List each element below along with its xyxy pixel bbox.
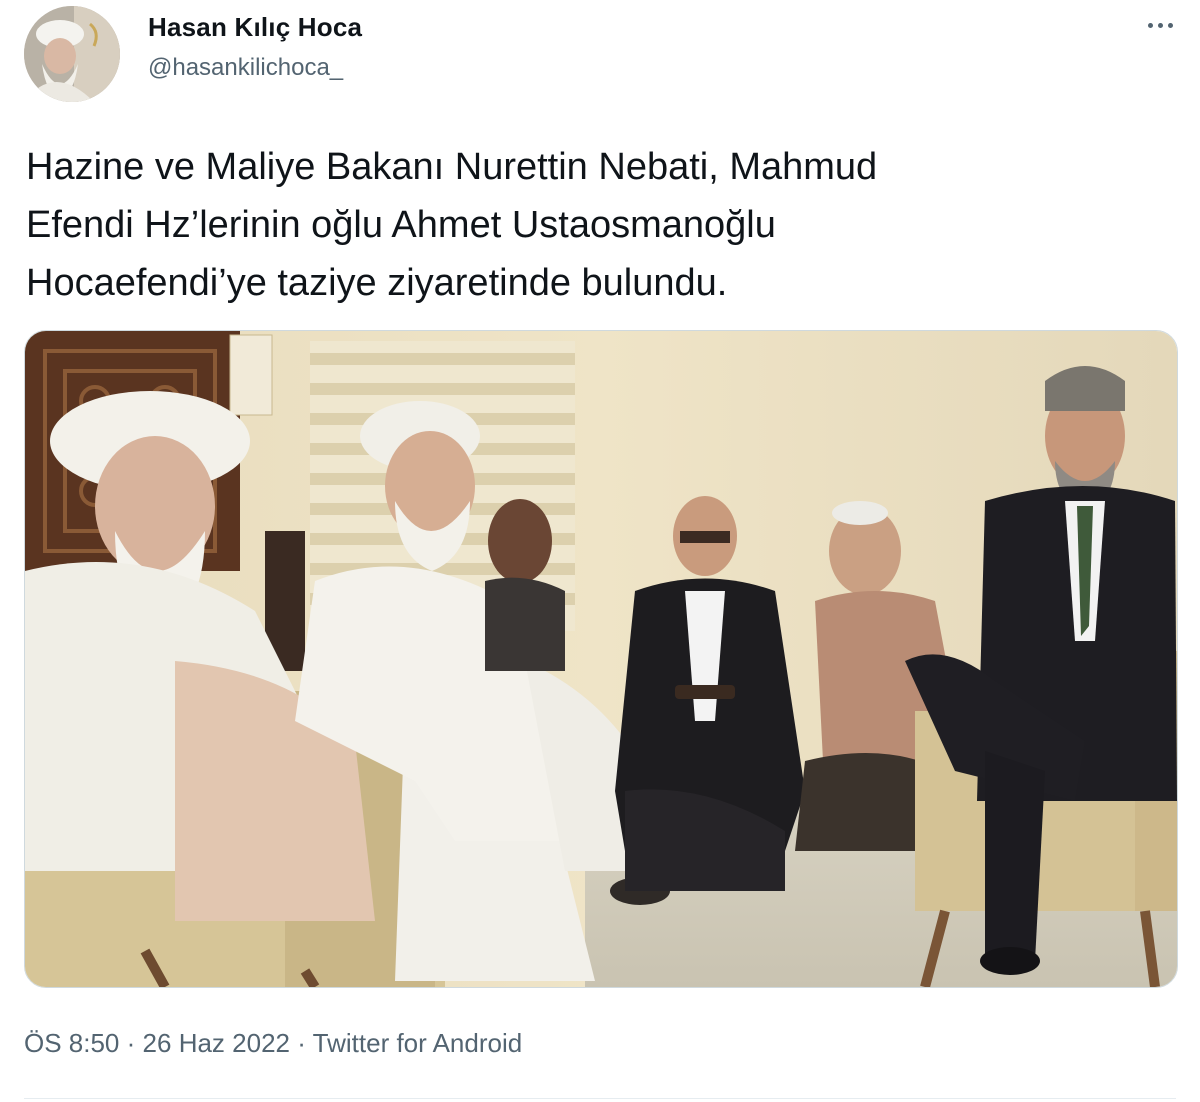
divider xyxy=(24,1098,1176,1099)
tweet-text-line: Efendi Hz’lerinin oğlu Ahmet Ustaosmanoğ… xyxy=(26,204,776,246)
tweet-meta: ÖS 8:50 · 26 Haz 2022 · Twitter for Andr… xyxy=(24,1028,522,1059)
tweet-text: Hazine ve Maliye Bakanı Nurettin Nebati,… xyxy=(26,138,1156,312)
tweet-text-line: Hocaefendi’ye taziye ziyaretinde bulundu… xyxy=(26,262,728,304)
meta-separator: · xyxy=(297,1028,306,1058)
tweet-source[interactable]: Twitter for Android xyxy=(313,1028,523,1058)
more-horizontal-icon xyxy=(1147,22,1153,28)
profile-avatar-icon xyxy=(24,6,120,102)
tweet-text-line: Hazine ve Maliye Bakanı Nurettin Nebati,… xyxy=(26,146,878,188)
author-avatar[interactable] xyxy=(24,6,120,102)
tweet-date[interactable]: 26 Haz 2022 xyxy=(143,1028,290,1058)
author-name[interactable]: Hasan Kılıç Hoca xyxy=(148,12,362,43)
author-handle[interactable]: @hasankilichoca_ xyxy=(148,54,343,82)
tweet-photo[interactable] xyxy=(24,330,1178,988)
meta-separator: · xyxy=(126,1028,136,1058)
tweet-time[interactable]: ÖS 8:50 xyxy=(24,1028,119,1058)
tweet-photo-image xyxy=(25,331,1177,987)
more-options-button[interactable] xyxy=(1140,10,1180,40)
